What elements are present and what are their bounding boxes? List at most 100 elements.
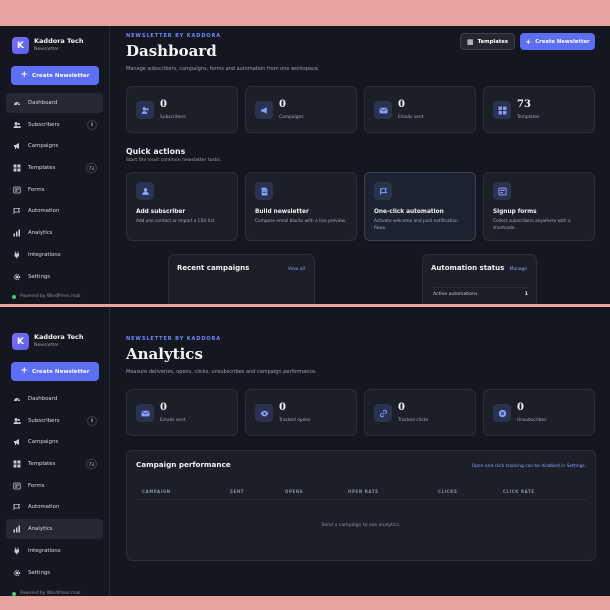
sidebar-item-subscribers[interactable]: Subscribers 0 — [6, 411, 103, 431]
column-click-rate: CLICK RATE — [503, 489, 535, 494]
sidebar-item-label: Dashboard — [28, 100, 58, 106]
grid-icon — [13, 460, 21, 468]
eye-icon — [255, 404, 273, 422]
page-description: Measure deliveries, opens, clicks, unsub… — [126, 369, 317, 375]
stat-label: Templates — [517, 115, 540, 120]
automation-row: Active automations 1 — [433, 287, 528, 301]
bar-chart-icon — [13, 525, 21, 533]
stat-label: Campaigns — [279, 115, 304, 120]
templates-count-badge: 73 — [85, 459, 97, 470]
grid-icon — [13, 164, 21, 172]
status-dot — [12, 294, 16, 299]
flag-icon — [13, 207, 21, 215]
dashboard-screen: K Kaddora Tech Newsletter + Create Newsl… — [0, 26, 610, 304]
create-newsletter-header-label: Create Newsletter — [535, 38, 590, 45]
subscribers-count-badge: 0 — [87, 415, 97, 426]
brand[interactable]: K Kaddora Tech Newsletter — [12, 37, 84, 54]
analytics-screen: K Kaddora Tech Newsletter + Create Newsl… — [0, 307, 610, 596]
column-open-rate: OPEN RATE — [348, 489, 379, 494]
sidebar-item-analytics[interactable]: Analytics — [6, 519, 103, 540]
sidebar-item-analytics[interactable]: Analytics — [6, 223, 103, 243]
automation-status-panel: Automation status Manage Active automati… — [422, 254, 537, 304]
powered-by-text: Powered by WordPress mail — [20, 591, 81, 596]
create-newsletter-button[interactable]: + Create Newsletter — [11, 66, 99, 85]
gear-icon — [13, 273, 21, 281]
document-icon — [255, 182, 273, 200]
quick-action-one-click-automation[interactable]: One-click automation Activate welcome an… — [364, 172, 476, 241]
view-all-link[interactable]: View all — [288, 267, 305, 272]
sidebar-item-label: Analytics — [28, 526, 53, 533]
sidebar-item-automation[interactable]: Automation — [6, 201, 103, 221]
form-icon — [493, 182, 511, 200]
mail-icon — [374, 101, 392, 119]
flag-icon — [374, 182, 392, 200]
sidebar-nav: Dashboard Subscribers 0 Campaigns Templa… — [6, 389, 103, 584]
bar-chart-icon — [13, 229, 21, 237]
close-circle-icon — [493, 404, 511, 422]
analytics-main: NEWSLETTER BY KADDORA Analytics Measure … — [110, 307, 610, 596]
stat-card-subscribers: 0 Subscribers — [126, 86, 238, 133]
sidebar-item-templates[interactable]: Templates 73 — [6, 158, 103, 178]
quick-action-description: Collect subscribers anywhere with a shor… — [493, 219, 571, 231]
sidebar-item-dashboard[interactable]: Dashboard — [6, 389, 103, 409]
sidebar-item-campaigns[interactable]: Campaigns — [6, 432, 103, 452]
create-newsletter-header-button[interactable]: + Create Newsletter — [520, 33, 595, 50]
templates-button[interactable]: ▦ Templates — [460, 33, 515, 50]
column-opens: OPENS — [285, 489, 304, 494]
grid-icon — [493, 101, 511, 119]
tracking-settings-note[interactable]: Open and click tracking can be disabled … — [472, 464, 586, 469]
create-newsletter-button[interactable]: + Create Newsletter — [11, 362, 99, 381]
sidebar-item-settings[interactable]: Settings — [6, 563, 103, 583]
stat-card-templates: 73 Templates — [483, 86, 595, 133]
manage-link[interactable]: Manage — [510, 267, 527, 272]
quick-action-title: Add subscriber — [136, 209, 186, 215]
sidebar-item-forms[interactable]: Forms — [6, 180, 103, 200]
brand[interactable]: K Kaddora Tech Newsletter — [12, 333, 84, 350]
sidebar-item-integrations[interactable]: Integrations — [6, 541, 103, 561]
sidebar-item-label: Templates — [28, 461, 56, 468]
stat-card-tracked-clicks: 0 Tracked clicks — [364, 389, 476, 436]
stat-label: Emails sent — [160, 418, 186, 423]
quick-action-title: One-click automation — [374, 209, 444, 215]
create-newsletter-label: Create Newsletter — [32, 72, 90, 79]
powered-by-text: Powered by WordPress mail — [20, 294, 81, 299]
sidebar-item-templates[interactable]: Templates 73 — [6, 454, 103, 474]
sidebar-item-label: Campaigns — [28, 439, 59, 446]
page-description: Manage subscribers, campaigns, forms and… — [126, 66, 320, 72]
sidebar-item-label: Automation — [28, 504, 60, 511]
megaphone-icon — [13, 142, 21, 150]
sidebar-item-label: Subscribers — [28, 121, 60, 128]
table-header: CAMPAIGN SENT OPENS OPEN RATE CLICKS CLI… — [136, 484, 586, 500]
sidebar-item-dashboard[interactable]: Dashboard — [6, 93, 103, 113]
stat-value: 0 — [160, 402, 167, 413]
recent-campaigns-title: Recent campaigns — [177, 264, 250, 272]
brand-logo: K — [12, 37, 29, 54]
empty-state-message: Send a campaign to see analytics. — [321, 523, 401, 528]
quick-action-signup-forms[interactable]: Signup forms Collect subscribers anywher… — [483, 172, 595, 241]
powered-by: Powered by WordPress mail — [12, 294, 81, 299]
sidebar-item-automation[interactable]: Automation — [6, 497, 103, 517]
stat-label: Subscribers — [160, 115, 186, 120]
stat-value: 73 — [517, 99, 531, 110]
sidebar-item-integrations[interactable]: Integrations — [6, 245, 103, 265]
sidebar-item-label: Automation — [28, 208, 60, 215]
sidebar-item-settings[interactable]: Settings — [6, 267, 103, 287]
form-icon — [13, 482, 21, 490]
users-icon — [13, 417, 21, 425]
stat-value: 0 — [517, 402, 524, 413]
sidebar-item-forms[interactable]: Forms — [6, 476, 103, 496]
templates-button-label: Templates — [477, 38, 509, 45]
sidebar-item-label: Forms — [28, 482, 45, 489]
stat-card-emails-sent: 0 Emails sent — [126, 389, 238, 436]
sidebar-item-campaigns[interactable]: Campaigns — [6, 136, 103, 156]
users-icon — [136, 101, 154, 119]
brand-name: Kaddora Tech — [34, 333, 84, 341]
sidebar-item-subscribers[interactable]: Subscribers 0 — [6, 115, 103, 135]
stat-value: 0 — [279, 99, 286, 110]
automation-row-label: Active automations — [433, 292, 478, 297]
quick-action-build-newsletter[interactable]: Build newsletter Compose email blocks wi… — [245, 172, 357, 241]
stat-label: Tracked opens — [279, 418, 311, 423]
grid-icon: ▦ — [466, 37, 474, 46]
quick-action-add-subscriber[interactable]: Add subscriber Add one contact or import… — [126, 172, 238, 241]
plug-icon — [13, 251, 21, 259]
